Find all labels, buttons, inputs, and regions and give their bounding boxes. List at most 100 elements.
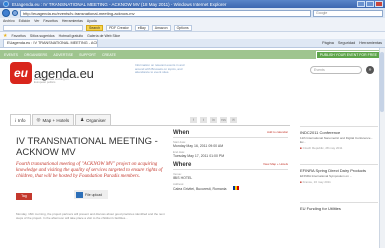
safety-menu[interactable]: Seguridad <box>338 41 355 45</box>
favorites-bar: ★ Favoritos Sitios sugeridos Hotmail gra… <box>0 32 385 39</box>
menu-ayuda[interactable]: Ayuda <box>87 19 97 23</box>
related-title[interactable]: EFINRA Spring Direct Dairy Products <box>300 168 378 173</box>
related-location: Czech Republic <box>302 146 324 150</box>
tab-label: Map + Hotels <box>42 117 70 123</box>
related-location: France <box>302 180 312 184</box>
pdf-creator-button[interactable]: PDF Creator <box>106 24 132 31</box>
tab-label: Organiser <box>86 117 106 123</box>
nav-support[interactable]: SUPPORT <box>79 53 96 57</box>
nav-events[interactable]: EVENTS <box>4 53 18 57</box>
venue-name: IBIS HOTEL <box>173 176 193 180</box>
toolbar: Search PDF Creator eBay Amazon Options <box>0 24 385 32</box>
related-sub: 11th International Nanometric and Digita… <box>300 136 373 144</box>
related-title[interactable]: EU Funding for Utilities <box>300 206 378 211</box>
close-button[interactable] <box>375 1 383 7</box>
person-icon: ♟ <box>80 117 85 122</box>
command-bar: Página Seguridad Herramientas <box>322 41 382 45</box>
site-search-input[interactable]: Events <box>310 66 362 74</box>
list-item[interactable]: EU Funding for Utilities <box>300 202 378 240</box>
tab-label: Info <box>18 117 26 123</box>
nav-create[interactable]: CREATE <box>102 53 116 57</box>
related-meta: ■ Czech Republic, 28 may 2011 <box>300 146 343 150</box>
romania-flag-icon <box>232 186 239 190</box>
logo-tagline: Events for those working on European pol… <box>34 77 69 84</box>
options-button[interactable]: Options <box>173 24 192 31</box>
nav-advertise[interactable]: ADVERTISE <box>53 53 73 57</box>
email-icon[interactable]: ✉ <box>230 117 237 123</box>
tab-divider <box>10 125 290 126</box>
star-icon: ★ <box>3 32 8 39</box>
toolbar-search-button[interactable]: Search <box>86 24 104 31</box>
rss-icon[interactable]: rss <box>220 117 227 123</box>
event-tabs: i Info ◎ Map + Hotels ♟ Organiser <box>10 114 175 125</box>
start-date: Monday May 16, 2011 09:00 AM <box>173 144 224 148</box>
related-title[interactable]: INDC2011 Conference <box>300 130 378 135</box>
window-controls <box>357 1 383 7</box>
forward-button[interactable] <box>12 10 18 16</box>
fav-item[interactable]: Galería de Web Slice <box>87 34 120 38</box>
event-title: IV TRANSNATIONAL MEETING - ACKNOW MV <box>16 136 158 158</box>
site-tagline: Information on relevant events in and ar… <box>135 63 185 74</box>
window-title: EUagenda.eu : IV TRANSNATIONAL MEETING -… <box>12 1 227 7</box>
flag-icon: ■ <box>300 146 302 150</box>
address-bar: http://euagenda.eu/events/iv-transnation… <box>0 8 385 18</box>
page-menu[interactable]: Página <box>322 41 334 45</box>
fav-item[interactable]: Hotmail gratuito <box>59 34 84 38</box>
menu-ver[interactable]: Ver <box>34 19 39 23</box>
related-events: INDC2011 Conference 11th International N… <box>300 126 378 240</box>
browser-tab-row: EUagenda.eu : IV TRANSNATIONAL MEETING -… <box>0 39 385 48</box>
when-heading: When Add to calendar <box>173 130 288 138</box>
related-date: 28 may 2011 <box>325 146 343 150</box>
view-map-link[interactable]: View Map + Hotels <box>263 162 288 168</box>
browser-tab[interactable]: EUagenda.eu : IV TRANSNATIONAL MEETING -… <box>3 39 98 47</box>
where-heading: Where View Map + Hotels <box>173 162 288 170</box>
amazon-button[interactable]: Amazon <box>151 24 171 31</box>
scrollbar-thumb[interactable] <box>380 52 384 112</box>
twitter-icon[interactable]: t <box>200 117 207 123</box>
nav-organisers[interactable]: ORGANISERS <box>24 53 47 57</box>
toolbar-search-field[interactable] <box>3 24 83 31</box>
tools-menu[interactable]: Herramientas <box>359 41 382 45</box>
related-date: 16 may 2011 <box>313 180 331 184</box>
minimize-button[interactable] <box>357 1 365 7</box>
fav-item[interactable]: Sitios sugeridos <box>30 34 55 38</box>
ie-logo-icon <box>3 1 9 7</box>
browser-search-input[interactable]: Google <box>313 9 383 17</box>
address: Calea Grivitei, Bucuresti, Romania <box>173 186 288 191</box>
file-attachment[interactable]: File upload <box>74 190 108 199</box>
related-sub: EFINRA International Symposium on ... <box>300 174 353 178</box>
publish-event-button[interactable]: PUBLISH YOUR EVENT FOR FREE <box>315 50 381 59</box>
tab-organiser[interactable]: ♟ Organiser <box>75 114 111 125</box>
menu-herramientas[interactable]: Herramientas <box>62 19 83 23</box>
info-icon: i <box>15 117 16 123</box>
site-nav: EVENTS ORGANISERS ADVERTISE SUPPORT CREA… <box>0 50 385 59</box>
tag-button[interactable]: Tag <box>16 193 32 200</box>
menu-favoritos[interactable]: Favoritos <box>43 19 57 23</box>
logo-eu-mark: eu <box>10 62 32 84</box>
maximize-button[interactable] <box>366 1 374 7</box>
menu-edicion[interactable]: Edición <box>19 19 30 23</box>
file-label: File upload <box>85 192 103 197</box>
tab-map-hotels[interactable]: ◎ Map + Hotels <box>31 114 75 125</box>
add-calendar-link[interactable]: Add to calendar <box>267 130 288 136</box>
list-item[interactable]: INDC2011 Conference 11th International N… <box>300 126 378 164</box>
list-item[interactable]: EFINRA Spring Direct Dairy Products EFIN… <box>300 164 378 202</box>
when-title: When <box>173 130 190 136</box>
tab-info[interactable]: i Info <box>10 114 31 125</box>
url-field[interactable]: http://euagenda.eu/events/iv-transnation… <box>20 9 311 17</box>
map-pin-icon: ◎ <box>36 117 41 122</box>
window-titlebar: EUagenda.eu : IV TRANSNATIONAL MEETING -… <box>0 0 385 8</box>
linkedin-icon[interactable]: in <box>210 117 217 123</box>
facebook-icon[interactable]: f <box>190 117 197 123</box>
related-meta: ■ France, 16 may 2011 <box>300 180 331 184</box>
back-button[interactable] <box>2 9 10 17</box>
share-icons: f t in rss ✉ <box>190 117 237 123</box>
ebay-button[interactable]: eBay <box>134 24 149 31</box>
where-title: Where <box>173 162 192 168</box>
event-description: Fourth transnational meeting of "ACKNOW … <box>16 162 163 179</box>
favorites-button[interactable]: Favoritos <box>11 34 25 38</box>
flag-icon: ■ <box>300 180 302 184</box>
search-go-button[interactable]: » <box>366 66 374 74</box>
menu-archivo[interactable]: Archivo <box>3 19 15 23</box>
image-icon <box>76 191 83 198</box>
